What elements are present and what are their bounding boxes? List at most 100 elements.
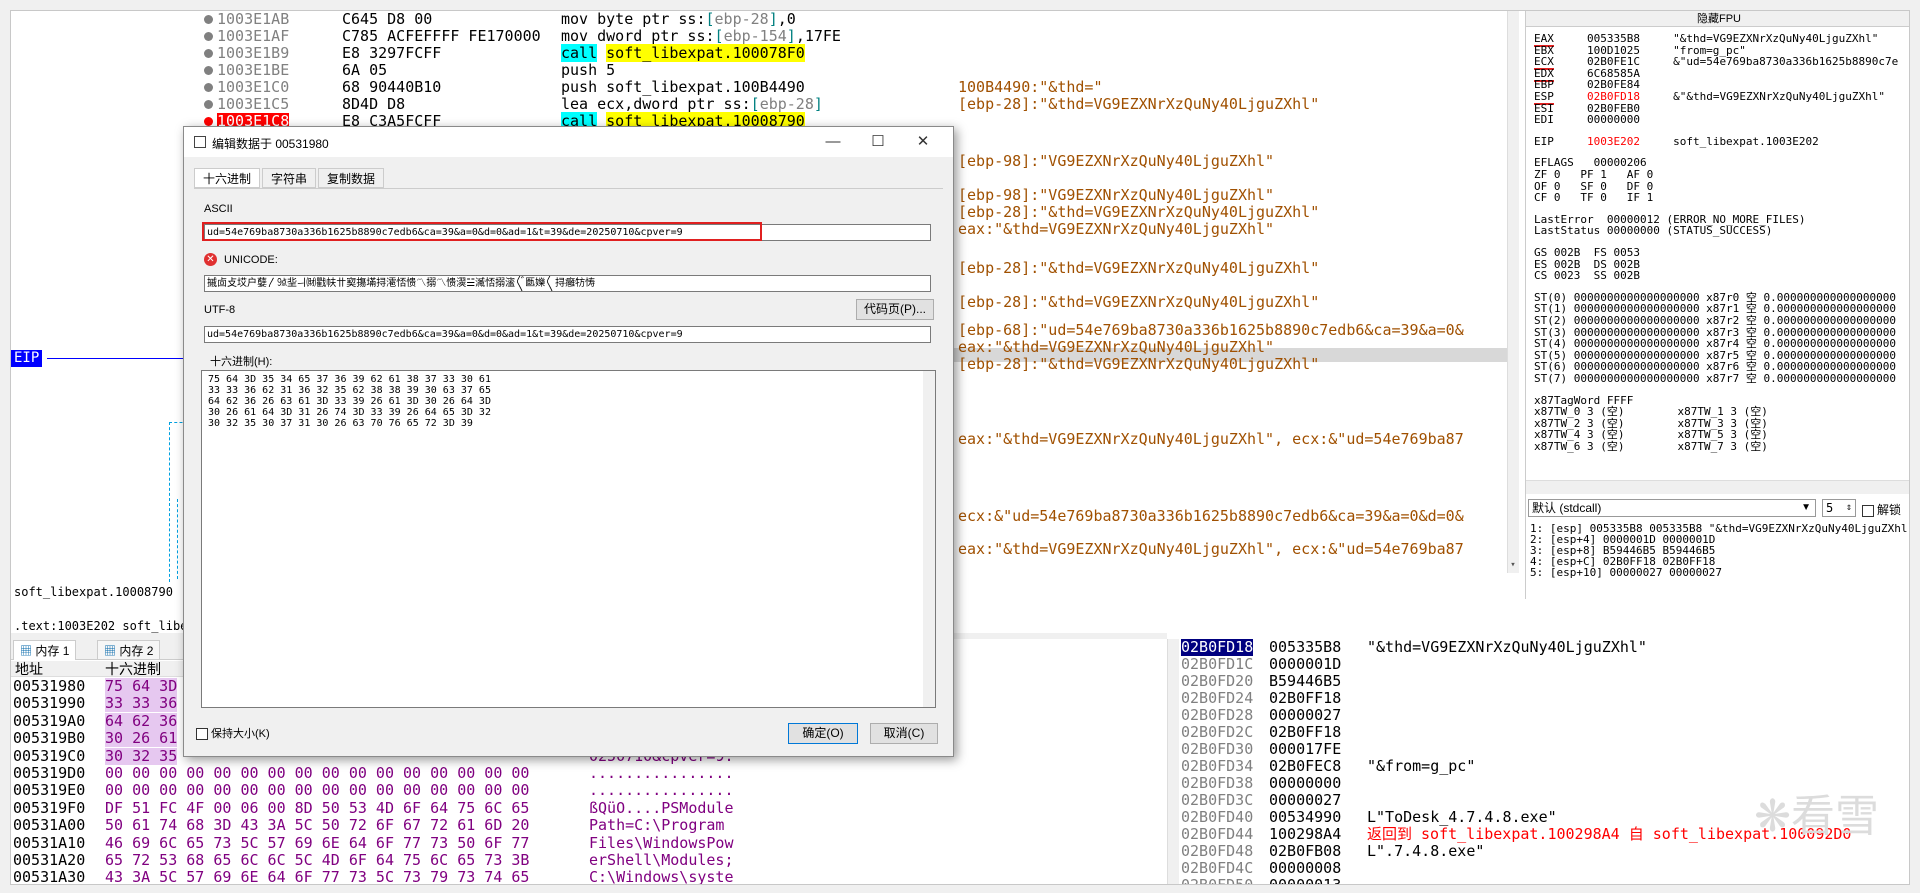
stack-row[interactable]: 02B0FD1C 0000001D (1167, 655, 1909, 673)
dump-row[interactable]: 005319D0 00 00 00 00 00 00 00 00 00 00 00… (13, 765, 749, 782)
dump-row[interactable]: 00531A00 50 61 74 68 3D 43 3A 5C 50 72 6F… (13, 817, 749, 834)
dump-address: 00531A20 (13, 851, 86, 869)
stack-row[interactable]: 02B0FD28 00000027 (1167, 707, 1909, 724)
instruction-part: push soft_libexpat.100B4490 (561, 78, 805, 96)
stack-row[interactable]: 02B0FD24 02B0FF18 (1167, 689, 1909, 707)
unicode-field[interactable]: 摵㔽攴㘷户㜸〳㍡㘳ㅢ㈶戵㠸〹㝣摥㙢挦㵡㤳愦〽搦〽愦㵤☱㵴㤳搦㵥〲㔲㜰〱挦癰牥㤽 (204, 275, 931, 292)
stack-row[interactable]: 02B0FD48 02B0FB08 L".7.4.8.exe" (1167, 843, 1909, 860)
registers-pane: 隐藏FPU EAX 005335B8 "&thd=VG9EZXNrXzQuNy4… (1525, 11, 1909, 599)
keep-size-checkbox[interactable]: 保持大小(K) (196, 725, 270, 741)
asm-row[interactable]: 1003E1B9 E8 3297FCFF call soft_libexpat.10… (11, 44, 1507, 62)
codepage-button[interactable]: 代码页(P)... (856, 299, 934, 320)
dump-address: 005319D0 (13, 764, 86, 782)
bullet-icon[interactable] (204, 15, 213, 24)
stack-row[interactable]: 02B0FD20 B59446B5 (1167, 672, 1909, 690)
breakpoint-icon[interactable] (204, 117, 213, 126)
bullet-icon[interactable] (204, 66, 213, 75)
hex-editor[interactable]: 75 64 3D 35 34 65 37 36 39 62 61 38 37 3… (201, 370, 936, 708)
error-icon: ✕ (204, 253, 217, 266)
utf8-field[interactable]: ud=54e769ba8730a336b1625b8890c7edb6&ca=3… (204, 326, 931, 343)
dump-row[interactable]: 00531A30 43 3A 5C 57 69 6E 64 6F 77 73 5C… (13, 868, 749, 885)
dump-ascii: Path=C:\Program (589, 816, 725, 835)
stack-row[interactable]: 02B0FD4C 00000008 (1167, 860, 1909, 877)
memory-icon: ▦ (20, 644, 33, 658)
stack-address: 02B0FD50 (1181, 876, 1254, 885)
tab-memory-2[interactable]: ▦ 内存 2 (97, 640, 161, 660)
cpu-scrollbar[interactable] (1507, 11, 1519, 573)
asm-row[interactable]: 1003E1C0 68 90440B10 push soft_libexpat.10… (11, 79, 1507, 96)
dump-row[interactable]: 00531A10 46 69 6C 65 73 5C 57 69 6E 64 6F… (13, 834, 749, 852)
stack-row[interactable]: 02B0FD18 005335B8 "&thd=VG9EZXNrXzQuNy40Lj… (1167, 638, 1909, 656)
hex-line: 33 33 36 62 31 36 32 35 62 38 38 39 30 6… (208, 385, 491, 396)
register-line[interactable]: CS 0023 SS 002B (1534, 270, 1640, 282)
stack-address: 02B0FD34 (1181, 757, 1254, 775)
stack-row[interactable]: 02B0FD50 00000013 (1167, 876, 1909, 885)
comment-line: [ebp-28]:"&thd=VG9EZXNrXzQuNy40LjguZXhl" (958, 355, 1320, 373)
edit-data-dialog: 编辑数据于 00531980 — ☐ ✕ 十六进制 字符串 复制数据 ASCII… (183, 126, 954, 757)
asm-row[interactable]: 1003E1BE 6A 05 push 5 (11, 62, 1507, 79)
instruction-part: ] (813, 95, 823, 113)
stack-value: 005335B8 (1269, 638, 1342, 656)
registers-hscrollbar[interactable] (1526, 480, 1909, 494)
hide-fpu-button[interactable]: 隐藏FPU (1526, 11, 1909, 27)
instruction-part: ebp-154 (723, 27, 787, 45)
hex-scrollbar[interactable] (923, 371, 935, 707)
bullet-icon[interactable] (204, 83, 213, 92)
register-line[interactable]: LastStatus 00000000 (STATUS_SUCCESS) (1534, 225, 1772, 237)
dump-hex: 30 32 35 (105, 746, 178, 765)
stack-value: 02B0FF18 (1269, 689, 1342, 707)
instruction-bytes: E8 3297FCFF (342, 45, 442, 62)
highlight-box (202, 222, 762, 241)
dump-row[interactable]: 005319F0 DF 51 FC 4F 00 06 00 8D 50 53 4D… (13, 798, 749, 817)
asm-row[interactable]: 1003E1AB C645 D8 00 mov byte ptr ss:[ebp-2… (11, 11, 1507, 28)
instruction-address: 1003E1B9 (217, 44, 290, 62)
stack-value: B59446B5 (1269, 672, 1342, 690)
comment-line: [ebp-28]:"&thd=VG9EZXNrXzQuNy40LjguZXhl" (958, 259, 1320, 277)
checkbox-box[interactable] (1862, 504, 1874, 517)
unlock-checkbox[interactable]: 解锁 (1862, 501, 1901, 518)
dump-address: 00531A30 (13, 868, 86, 885)
checkbox-box[interactable] (196, 728, 208, 741)
instruction-address: 1003E1AF (217, 27, 290, 45)
stack-arg-count-spinner[interactable]: 5 ⇕ (1822, 499, 1856, 517)
instruction-text: mov byte ptr ss:[ebp-28],0 (561, 11, 796, 28)
close-icon[interactable]: ✕ (912, 131, 934, 153)
bullet-icon[interactable] (204, 32, 213, 41)
tab-hex[interactable]: 十六进制 (194, 168, 261, 188)
stack-value: 000017FE (1269, 740, 1342, 758)
chevron-down-icon[interactable]: ▾ (1507, 560, 1519, 573)
instruction-part: ] (786, 27, 796, 45)
stack-row[interactable]: 02B0FD30 000017FE (1167, 740, 1909, 758)
dump-hex: DF 51 FC 4F 00 06 00 8D 50 53 4D 6F 64 7… (105, 798, 530, 817)
dump-row[interactable]: 00531A20 65 72 53 68 65 6C 6C 5C 4D 6F 64… (13, 852, 749, 869)
tab-string[interactable]: 字符串 (262, 168, 317, 188)
dump-row[interactable]: 005319E0 00 00 00 00 00 00 00 00 00 00 00… (13, 782, 749, 799)
tab-label: 内存 2 (119, 644, 154, 658)
asm-row[interactable]: 1003E1C5 8D4D D8 lea ecx,dword ptr ss:[ebp… (11, 96, 1507, 113)
bullet-icon[interactable] (204, 49, 213, 58)
column-header-hex: 十六进制 (105, 661, 161, 677)
register-line[interactable]: CF 0 TF 0 IF 1 (1534, 192, 1653, 204)
tab-memory-1[interactable]: ▦ 内存 1 (13, 640, 77, 660)
maximize-icon[interactable]: ☐ (867, 131, 889, 153)
ok-button[interactable]: 确定(O) (788, 723, 858, 744)
unlock-label: 解锁 (1877, 503, 1902, 517)
stack-row[interactable]: 02B0FD2C 02B0FF18 (1167, 724, 1909, 741)
register-line[interactable]: x87TW_6 3 (空) x87TW_7 3 (空) (1534, 441, 1768, 453)
stack-scrollbar[interactable] (1167, 639, 1179, 884)
register-line[interactable]: EIP 1003E202 soft_libexpat.1003E202 (1534, 135, 1819, 148)
tab-copy-data[interactable]: 复制数据 (318, 168, 385, 188)
minimize-icon[interactable]: — (822, 131, 844, 153)
stack-value: 0000001D (1269, 655, 1342, 673)
asm-row[interactable]: 1003E1AF C785 ACFEFFFF FE170000 mov dword … (11, 28, 1507, 45)
register-line[interactable]: ST(7) 0000000000000000000 x87r7 空 0.0000… (1534, 373, 1896, 385)
dump-address: 00531980 (13, 677, 86, 695)
spinner-arrows-icon: ⇕ (1845, 502, 1852, 513)
instruction-part: ebp-28 (759, 95, 814, 113)
calling-convention-select[interactable]: 默认 (stdcall) ▼ (1528, 499, 1816, 517)
cancel-button[interactable]: 取消(C) (870, 723, 938, 744)
bullet-icon[interactable] (204, 100, 213, 109)
register-line[interactable]: EDI 00000000 (1534, 114, 1640, 126)
stack-row[interactable]: 02B0FD34 02B0FEC8 "&from=g_pc" (1167, 757, 1909, 775)
comment-line: [ebp-28]:"&thd=VG9EZXNrXzQuNy40LjguZXhl" (958, 293, 1320, 311)
